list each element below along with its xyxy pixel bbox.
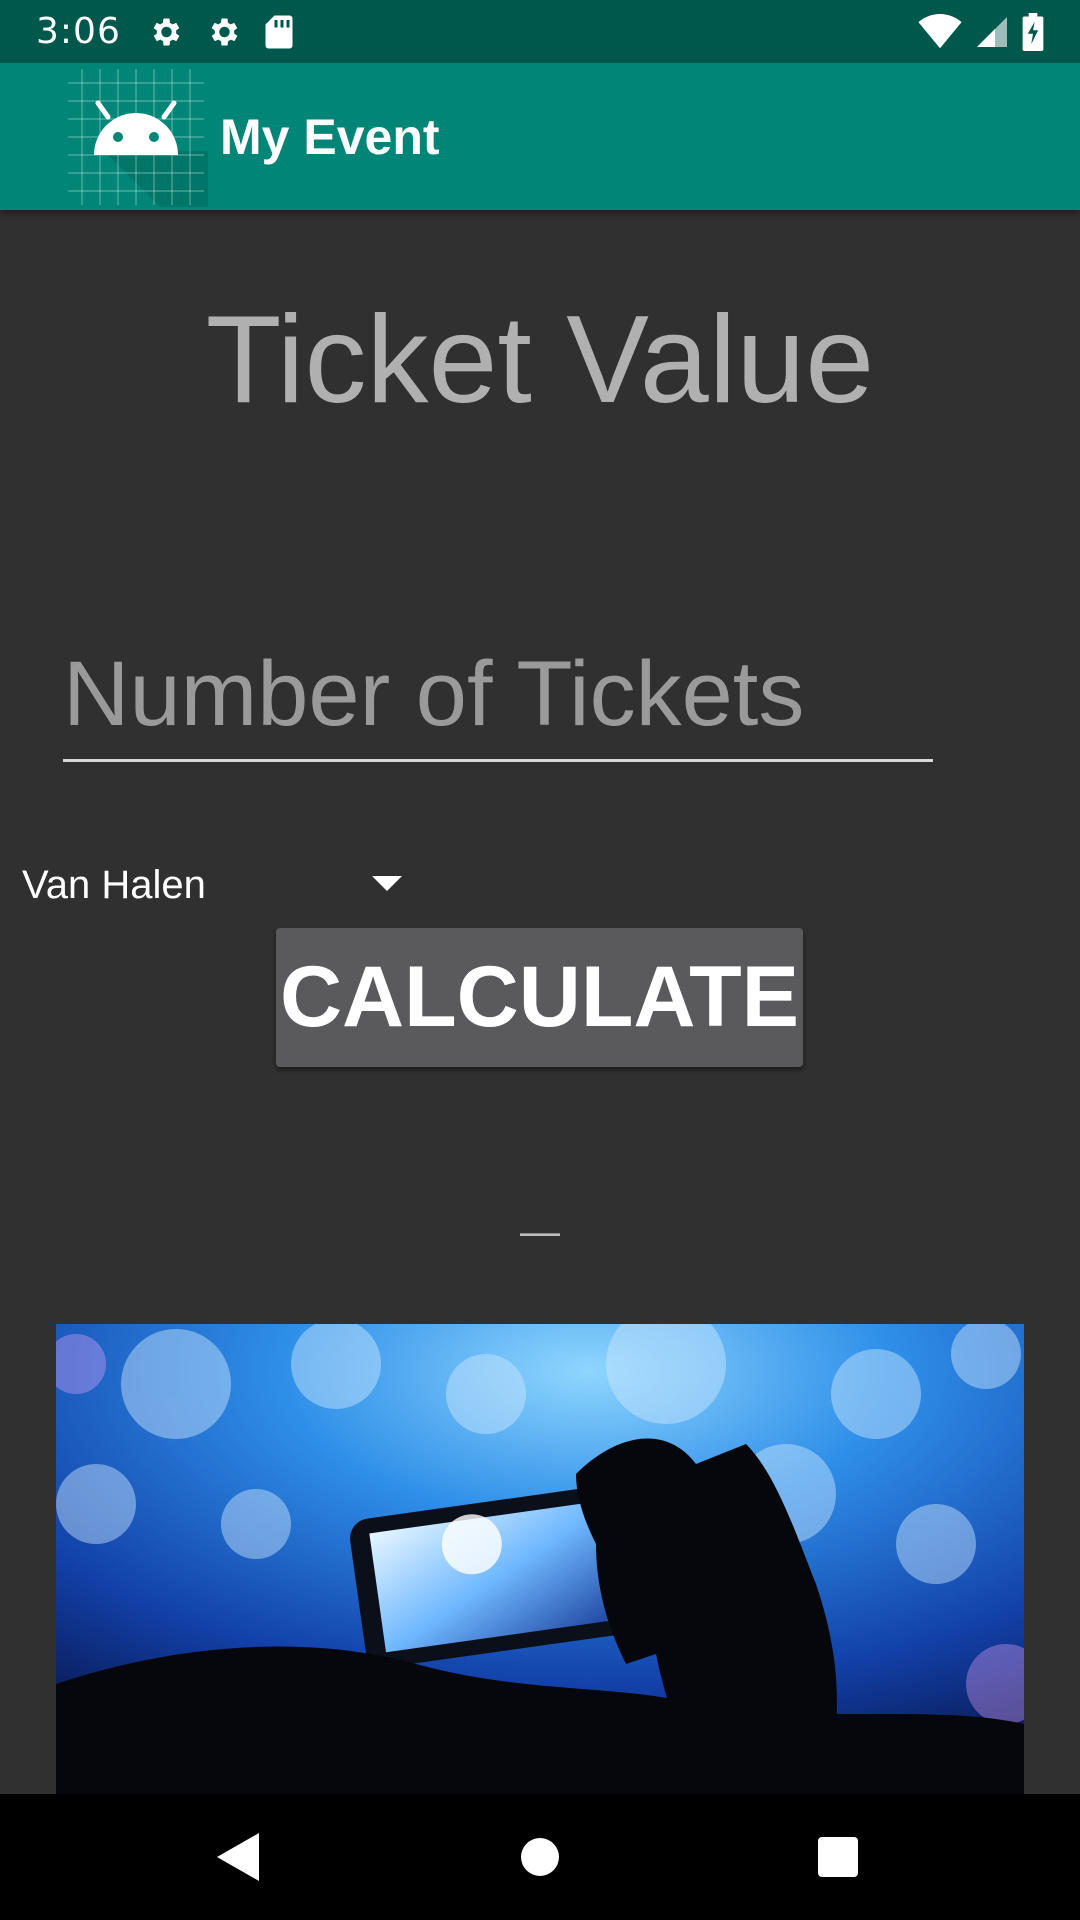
app-bar: My Event [0, 63, 1080, 210]
result-text: — [520, 1210, 560, 1254]
status-time: 3:06 [36, 11, 121, 52]
app-title: My Event [220, 108, 440, 165]
status-bar: 3:06 [0, 0, 1080, 63]
calculate-button[interactable]: CALCULATE [276, 928, 803, 1067]
gear-icon [211, 18, 238, 45]
nav-back-button[interactable] [168, 1794, 308, 1920]
android-robot-icon [68, 68, 208, 207]
band-spinner-selected: Van Halen [22, 862, 206, 907]
sd-card-icon [265, 15, 293, 48]
page-title: Ticket Value [205, 291, 875, 429]
band-spinner[interactable]: Van Halen [22, 850, 402, 920]
concert-photo [56, 1324, 1024, 1794]
signal-icon [977, 16, 1007, 47]
concert-phone-photo [56, 1324, 1024, 1794]
home-icon [521, 1838, 559, 1876]
navigation-bar [0, 1794, 1080, 1920]
back-icon [217, 1833, 259, 1881]
nav-recents-button[interactable] [768, 1794, 908, 1920]
recents-icon [818, 1837, 858, 1877]
number-of-tickets-input[interactable] [63, 630, 933, 762]
system-status-icons [918, 12, 1044, 51]
dropdown-arrow-icon [372, 876, 402, 891]
wifi-icon [918, 13, 962, 48]
battery-charging-icon [1022, 12, 1044, 51]
nav-home-button[interactable] [470, 1794, 610, 1920]
gear-icon [153, 18, 180, 45]
app-screen: 3:06 My Event Ticket Value Number of Tic… [0, 0, 1080, 1920]
notification-icons [147, 14, 295, 50]
